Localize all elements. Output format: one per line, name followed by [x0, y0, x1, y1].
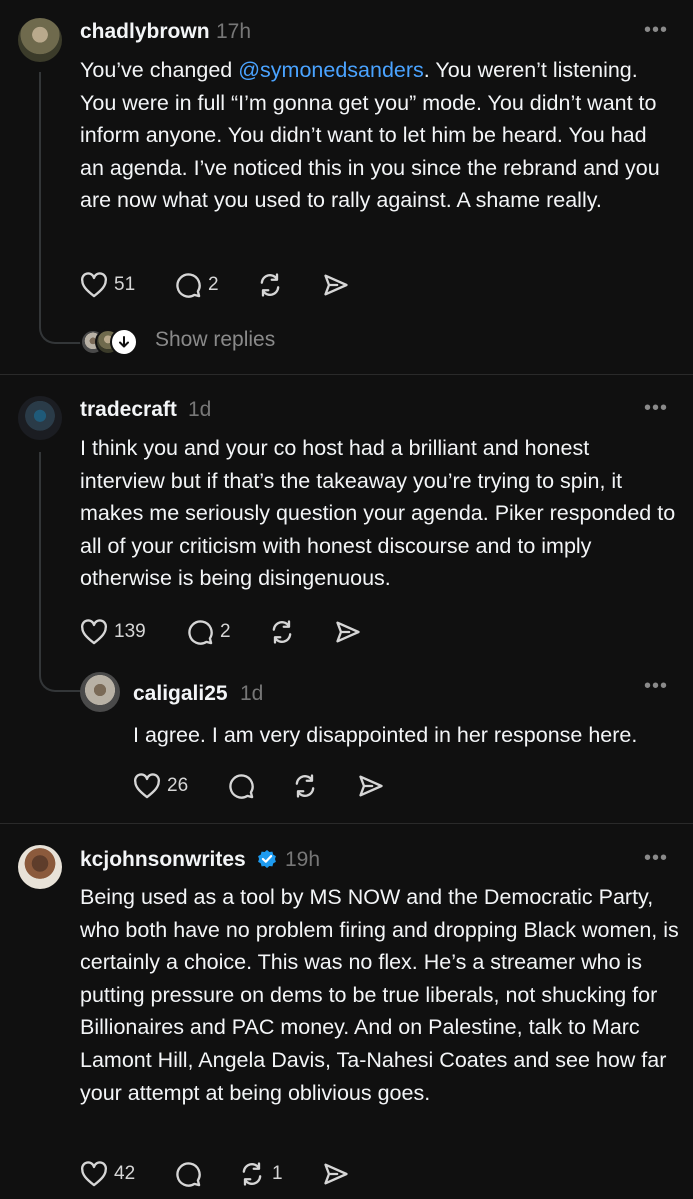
repost-button[interactable] — [268, 619, 296, 645]
share-button[interactable] — [322, 272, 350, 298]
like-button[interactable]: 139 — [80, 619, 146, 645]
verified-icon — [258, 850, 276, 868]
more-icon[interactable]: ••• — [644, 675, 668, 698]
share-icon — [324, 274, 348, 296]
avatar[interactable] — [18, 845, 62, 889]
repost-icon — [295, 774, 315, 798]
more-icon[interactable]: ••• — [644, 19, 668, 42]
divider — [0, 374, 693, 375]
username[interactable]: chadlybrown — [80, 20, 210, 44]
repost-icon — [272, 620, 292, 644]
comment-icon — [176, 1162, 201, 1187]
timestamp: 17h — [216, 20, 252, 43]
thread-line-curve — [39, 300, 81, 344]
repost-icon — [260, 273, 280, 297]
reply-button[interactable]: 2 — [174, 271, 219, 299]
repost-button[interactable] — [291, 773, 319, 799]
share-button[interactable] — [322, 1161, 350, 1187]
share-button[interactable] — [334, 619, 362, 645]
repost-button[interactable] — [256, 272, 284, 298]
post-text: You’ve changed @symonedsanders. You were… — [80, 58, 660, 213]
post-text: I think you and your co host had a brill… — [80, 436, 676, 591]
more-icon[interactable]: ••• — [644, 397, 668, 420]
like-count: 139 — [114, 621, 146, 642]
repost-icon — [242, 1162, 262, 1186]
like-count: 26 — [167, 775, 189, 796]
thread-line-curve — [39, 654, 81, 692]
timestamp: 1d — [188, 398, 212, 421]
repost-button[interactable]: 1 — [238, 1161, 283, 1187]
post-text: I agree. I am very disappointed in her r… — [133, 723, 638, 747]
show-replies-link[interactable]: Show replies — [155, 328, 275, 352]
divider — [0, 823, 693, 824]
comment-icon — [188, 620, 213, 645]
reply-button[interactable] — [174, 1160, 202, 1188]
timestamp: 19h — [285, 848, 321, 871]
reply-button[interactable] — [227, 772, 255, 800]
comment-icon — [229, 774, 254, 799]
heart-icon — [134, 773, 160, 799]
like-count: 42 — [114, 1163, 136, 1184]
share-icon — [324, 1163, 348, 1185]
like-count: 51 — [114, 274, 136, 295]
avatar[interactable] — [18, 18, 62, 62]
share-icon — [336, 621, 360, 643]
reply-count: 2 — [220, 621, 231, 642]
like-button[interactable]: 51 — [80, 272, 135, 298]
username[interactable]: tradecraft — [80, 398, 177, 422]
arrow-down-icon — [119, 336, 129, 348]
username[interactable]: caligali25 — [133, 682, 228, 706]
like-button[interactable]: 42 — [80, 1161, 135, 1187]
more-icon[interactable]: ••• — [644, 847, 668, 870]
show-replies-arrow[interactable] — [110, 328, 138, 356]
avatar[interactable] — [80, 672, 120, 712]
username[interactable]: kcjohnsonwrites — [80, 848, 246, 872]
share-icon — [359, 775, 383, 797]
share-button[interactable] — [357, 773, 385, 799]
thread-line — [39, 72, 41, 318]
avatar[interactable] — [18, 396, 62, 440]
like-button[interactable]: 26 — [133, 773, 188, 799]
mention-link[interactable]: @symonedsanders — [238, 58, 424, 82]
comment-icon — [176, 273, 201, 298]
timestamp: 1d — [240, 682, 264, 705]
heart-icon — [81, 619, 107, 645]
heart-icon — [81, 272, 107, 298]
repost-count: 1 — [272, 1163, 283, 1184]
reply-button[interactable]: 2 — [186, 618, 231, 646]
thread-line — [39, 452, 41, 672]
heart-icon — [81, 1161, 107, 1187]
reply-count: 2 — [208, 274, 219, 295]
post-text: Being used as a tool by MS NOW and the D… — [80, 885, 679, 1105]
